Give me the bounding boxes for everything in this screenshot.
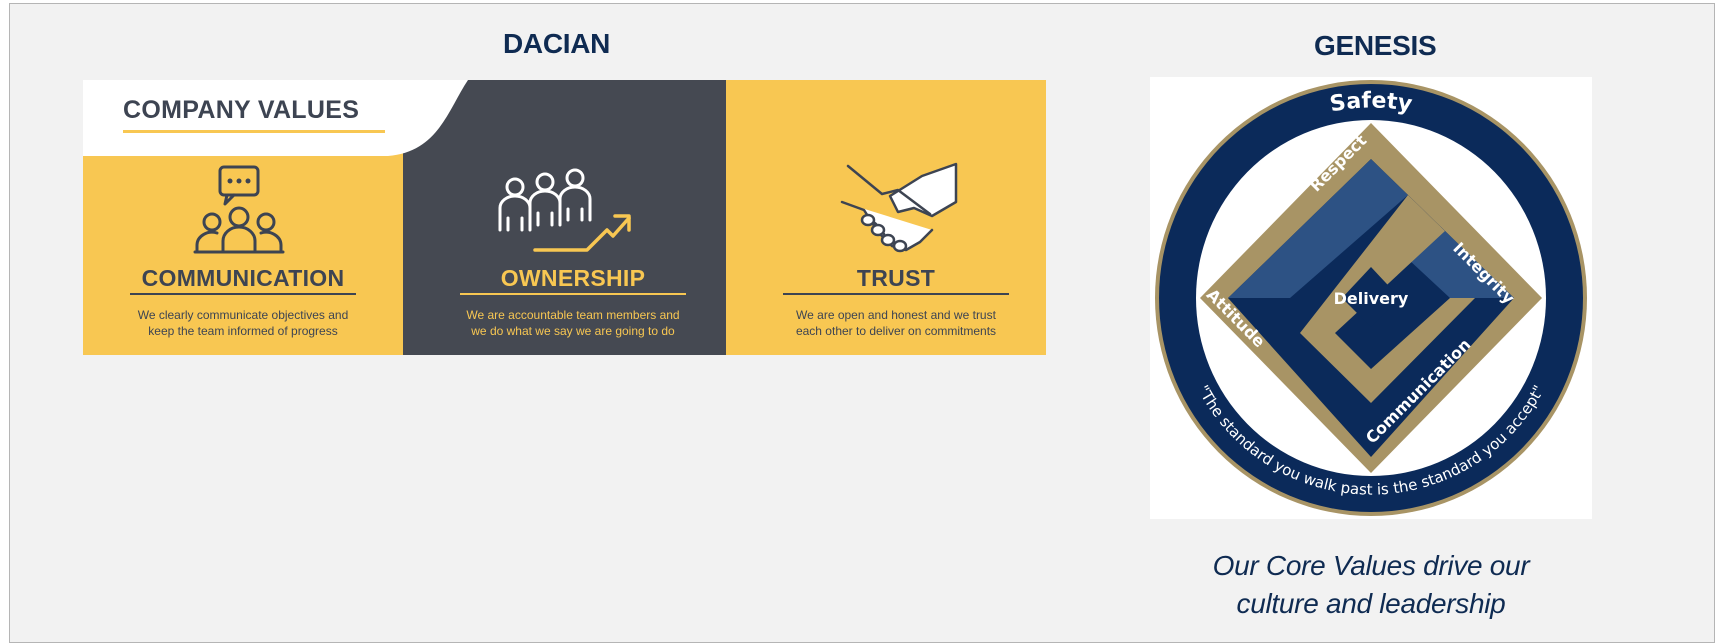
core-values-caption: Our Core Values drive our culture and le… — [1150, 547, 1592, 623]
caption-line-2: culture and leadership — [1236, 588, 1506, 619]
communication-description: We clearly communicate objectives and ke… — [123, 307, 363, 339]
team-growth-icon — [498, 168, 631, 252]
company-values-heading: COMPANY VALUES — [123, 96, 360, 124]
communication-line-1: We clearly communicate objectives and — [137, 308, 349, 322]
ownership-description: We are accountable team members and we d… — [453, 307, 693, 339]
ownership-line-2: we do what we say we are going to do — [471, 324, 675, 338]
ownership-rule — [460, 293, 686, 295]
handshake-icon — [840, 162, 958, 253]
genesis-core-values-logo: Safety Respect Integrity Attitude Commun… — [1155, 80, 1587, 516]
trust-rule — [783, 293, 1009, 295]
dacian-title: DACIAN — [503, 28, 611, 59]
ownership-title: OWNERSHIP — [500, 265, 646, 291]
company-values-banner: COMPANY VALUES COMMUNICATION We clearly … — [83, 80, 1046, 355]
trust-title: TRUST — [856, 265, 936, 291]
team-chat-icon — [193, 165, 285, 254]
communication-line-2: keep the team informed of progress — [148, 324, 338, 338]
genesis-title: GENESIS — [1314, 30, 1437, 61]
trust-description: We are open and honest and we trust each… — [776, 307, 1016, 339]
company-values-underline — [123, 130, 385, 133]
caption-line-1: Our Core Values drive our — [1212, 550, 1530, 581]
communication-rule — [130, 293, 356, 295]
trust-line-2: each other to deliver on commitments — [795, 324, 997, 338]
trust-line-1: We are open and honest and we trust — [796, 308, 996, 322]
label-delivery: Delivery — [1334, 289, 1409, 308]
ownership-line-1: We are accountable team members and — [466, 308, 680, 322]
genesis-logo-box: Safety Respect Integrity Attitude Commun… — [1150, 77, 1592, 519]
communication-title: COMMUNICATION — [141, 265, 345, 291]
